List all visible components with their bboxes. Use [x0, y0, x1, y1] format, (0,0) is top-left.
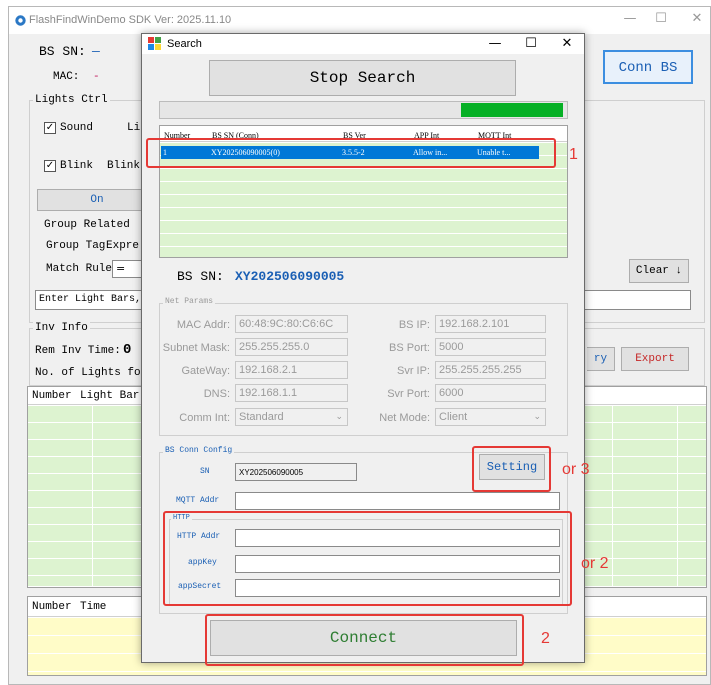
- gateway-field[interactable]: 192.168.2.1: [235, 361, 348, 379]
- bs-port-field[interactable]: 5000: [435, 338, 546, 356]
- stop-search-button[interactable]: Stop Search: [209, 60, 516, 96]
- query-button[interactable]: ry: [587, 347, 615, 371]
- inv-info-legend: Inv Info: [33, 322, 90, 334]
- svr-port-label: Svr Port:: [387, 388, 430, 400]
- clear-button-label: Clear: [635, 265, 669, 277]
- search-dialog-title: Search: [167, 38, 202, 50]
- table1-header-number: Number: [32, 390, 72, 402]
- annotation-label-or2: or 2: [581, 555, 609, 572]
- mqtt-addr-input[interactable]: [235, 492, 560, 510]
- svr-port-field[interactable]: 6000: [435, 384, 546, 402]
- annotation-label-2: 2: [541, 630, 550, 647]
- annotation-box-2: [205, 614, 524, 666]
- dns-label: DNS:: [203, 388, 230, 400]
- main-maximize-button[interactable]: ☐: [646, 11, 676, 29]
- search-titlebar: Search — ☐ ✕: [142, 34, 584, 54]
- app-icon: [15, 15, 26, 26]
- main-window-title: FlashFindWinDemo SDK Ver: 2025.11.10: [29, 14, 232, 26]
- comm-int-value: Standard: [239, 411, 284, 423]
- bs-port-label: BS Port:: [389, 342, 430, 354]
- bs-ip-field[interactable]: 192.168.2.101: [435, 315, 546, 333]
- bs-ip-label: BS IP:: [398, 319, 430, 331]
- chevron-down-icon: ⌄: [335, 411, 343, 421]
- window-app-icon: [148, 37, 161, 50]
- dns-field[interactable]: 192.168.1.1: [235, 384, 348, 402]
- mac-addr-field[interactable]: 60:48:9C:80:C6:6C: [235, 315, 348, 333]
- mac-label: MAC:: [53, 71, 80, 83]
- match-rules-select[interactable]: =: [112, 260, 142, 278]
- group-related-label: Group Related: [44, 219, 130, 231]
- sound-label: Sound: [60, 122, 94, 134]
- net-mode-value: Client: [439, 411, 468, 423]
- comm-int-select[interactable]: Standard ⌄: [235, 408, 348, 426]
- svr-ip-label: Svr IP:: [396, 365, 430, 377]
- sn-field[interactable]: XY202506090005: [235, 463, 357, 481]
- conn-bs-button[interactable]: Conn BS: [603, 50, 693, 84]
- gateway-label: GateWay:: [181, 365, 231, 377]
- table2-header-time: Time: [80, 601, 107, 613]
- lights-partial-label: Li: [127, 122, 141, 134]
- blink-label: Blink: [60, 160, 94, 172]
- main-titlebar: FlashFindWinDemo SDK Ver: 2025.11.10 — ☐…: [9, 7, 710, 34]
- minimize-icon[interactable]: —: [478, 34, 512, 54]
- close-icon[interactable]: ✕: [550, 34, 584, 54]
- bs-sn-value: —: [92, 44, 100, 59]
- table2-header-number: Number: [32, 601, 72, 613]
- annotation-box-or2: [163, 511, 572, 606]
- rem-inv-time-value: 0: [123, 342, 132, 358]
- net-mode-label: Net Mode:: [379, 412, 430, 424]
- maximize-icon[interactable]: ☐: [514, 34, 548, 54]
- dialog-bs-sn-value: XY202506090005: [235, 269, 345, 284]
- main-minimize-button[interactable]: —: [615, 11, 645, 29]
- net-mode-select[interactable]: Client ⌄: [435, 408, 546, 426]
- bs-conn-config-legend: BS Conn Config: [163, 446, 235, 455]
- search-progress-fill: [461, 103, 563, 117]
- clear-button[interactable]: Clear ↓: [629, 259, 689, 283]
- subnet-mask-field[interactable]: 255.255.255.0: [235, 338, 348, 356]
- rem-inv-time-label: Rem Inv Time:: [35, 345, 121, 357]
- subnet-mask-label: Subnet Mask:: [162, 342, 230, 354]
- annotation-label-or3: or 3: [562, 461, 590, 478]
- blink-partial-label: Blink: [107, 160, 141, 172]
- export-button[interactable]: Export: [621, 347, 689, 371]
- net-params-legend: Net Params: [163, 297, 216, 306]
- chevron-down-icon: ⌄: [533, 411, 541, 421]
- sound-checkbox[interactable]: ✓: [44, 122, 56, 134]
- annotation-label-1: 1: [569, 146, 578, 163]
- arrow-down-icon: ↓: [668, 265, 683, 277]
- annotation-box-1: [146, 138, 556, 168]
- sn-label: SN: [200, 467, 210, 476]
- on-button[interactable]: On: [37, 189, 157, 211]
- group-tag-label: Group Tag: [46, 240, 106, 252]
- dialog-bs-sn-label: BS SN:: [177, 269, 224, 284]
- mac-addr-label: MAC Addr:: [176, 319, 230, 331]
- mac-value: -: [93, 71, 100, 83]
- lights-ctrl-legend: Lights Ctrl: [33, 94, 110, 106]
- search-progress-bar: [159, 101, 568, 119]
- comm-int-label: Comm Int:: [179, 412, 230, 424]
- express-partial-label: Expre: [106, 240, 140, 252]
- mqtt-addr-label: MQTT Addr: [176, 496, 220, 505]
- main-close-button[interactable]: ✕: [682, 11, 711, 29]
- svr-ip-field[interactable]: 255.255.255.255: [435, 361, 546, 379]
- match-rules-label: Match Rules: [46, 263, 119, 275]
- annotation-box-3: [472, 446, 551, 492]
- bs-sn-label: BS SN:: [39, 44, 86, 59]
- blink-checkbox[interactable]: ✓: [44, 160, 56, 172]
